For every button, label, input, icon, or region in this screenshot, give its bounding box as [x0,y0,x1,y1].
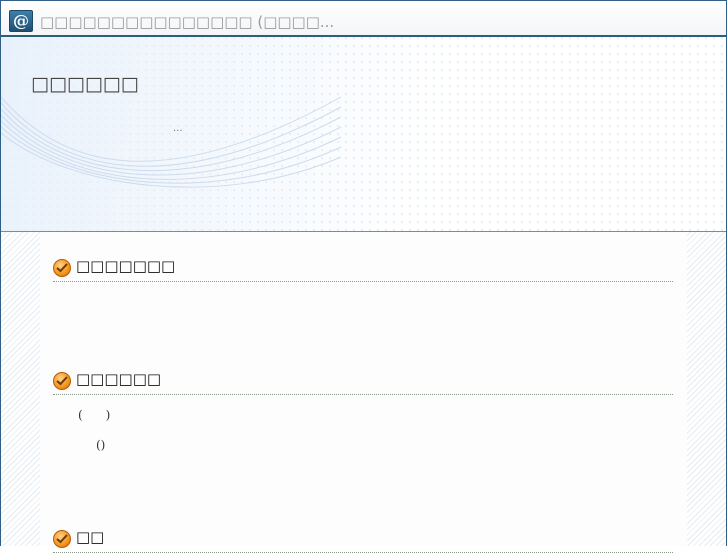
content-area: □□□□□□□ □□□□□□ ( ) () □□ [1,232,726,553]
page-subtext: ... [173,123,183,134]
window: @ □□□□□□□□□□□□□□□ (□□□□... □□□□□□ ... □□… [0,0,727,553]
section-header-3: □□ [53,528,673,553]
section-header-2: □□□□□□ [53,370,673,395]
check-icon [53,372,71,390]
page-heading: □□□□□□ [31,73,139,95]
content-panel: □□□□□□□ □□□□□□ ( ) () □□ [40,232,687,553]
section-text-line: () [96,438,106,452]
section-header-1: □□□□□□□ [53,257,673,282]
window-title: □□□□□□□□□□□□□□□ (□□□□... [40,13,335,31]
check-icon [53,530,71,548]
title-bar: @ □□□□□□□□□□□□□□□ (□□□□... [1,1,726,37]
section-label: □□□□□□ [76,370,162,388]
header-banner: □□□□□□ ... [1,37,726,232]
section-label: □□□□□□□ [76,257,176,275]
check-icon [53,259,71,277]
banner-swirl-decoration [1,96,342,188]
at-sign-icon: @ [9,10,33,32]
section-text-line: ( ) [78,408,111,422]
section-label: □□ [76,528,105,546]
